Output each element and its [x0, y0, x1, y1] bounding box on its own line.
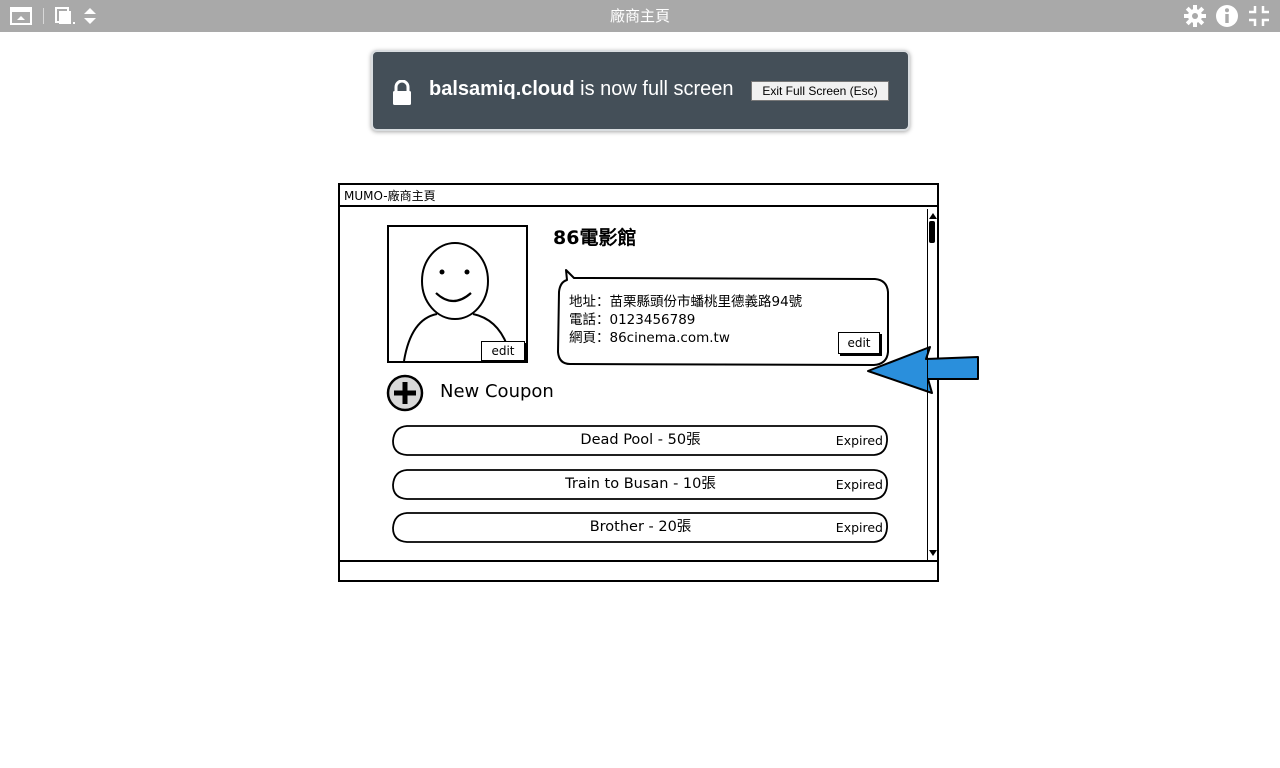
gear-icon[interactable]: [1183, 4, 1207, 28]
shop-name: 86電影館: [553, 227, 637, 249]
lock-icon: [393, 80, 411, 105]
shop-website: 網頁：86cinema.com.tw: [569, 330, 730, 346]
avatar-edit-button[interactable]: edit: [481, 341, 525, 361]
coupon-title: Brother - 20張: [589, 519, 692, 535]
coupon-item[interactable]: Train to Busan - 10張 Expired: [392, 469, 889, 500]
coupon-title: Dead Pool - 50張: [580, 432, 701, 448]
shop-phone: 電話：0123456789: [569, 312, 696, 328]
coupon-status: Expired: [835, 520, 883, 535]
fullscreen-notification: balsamiq.cloud is now full screen Exit F…: [371, 50, 910, 131]
page-title: 廠商主頁: [609, 7, 670, 25]
shop-address: 地址：苗栗縣頭份市蟠桃里德義路94號: [569, 294, 803, 310]
scroll-down-icon[interactable]: [928, 548, 938, 558]
add-coupon-icon[interactable]: [385, 373, 425, 413]
status-bar: [340, 560, 937, 580]
scroll-thumb[interactable]: [929, 221, 935, 243]
coupon-item[interactable]: Dead Pool - 50張 Expired: [392, 425, 889, 456]
exit-fullscreen-button[interactable]: Exit Full Screen (Esc): [751, 81, 889, 101]
coupon-status: Expired: [835, 477, 883, 492]
fullscreen-domain: balsamiq.cloud: [429, 78, 575, 100]
fullscreen-message: balsamiq.cloud is now full screen: [429, 78, 734, 101]
mockup-window: MUMO-廠商主頁 edit 86電影館 地址：苗栗縣頭份市蟠桃里德義路94號 …: [338, 183, 979, 582]
top-toolbar: 廠商主頁: [0, 0, 1280, 32]
window-title: MUMO-廠商主頁: [340, 185, 937, 207]
new-coupon-label[interactable]: New Coupon: [440, 381, 554, 402]
scroll-up-icon[interactable]: [928, 211, 938, 221]
fullscreen-message-text: is now full screen: [574, 78, 734, 100]
coupon-item[interactable]: Brother - 20張 Expired: [392, 512, 889, 543]
left-arrow-icon: [867, 346, 979, 394]
coupon-status: Expired: [835, 433, 883, 448]
exit-fullscreen-icon[interactable]: [1248, 5, 1270, 27]
coupon-title: Train to Busan - 10張: [565, 476, 716, 492]
scrollbar[interactable]: [927, 209, 937, 560]
shop-info: 地址：苗栗縣頭份市蟠桃里德義路94號 電話：0123456789 網頁：86ci…: [569, 293, 802, 347]
info-icon[interactable]: [1215, 4, 1239, 28]
